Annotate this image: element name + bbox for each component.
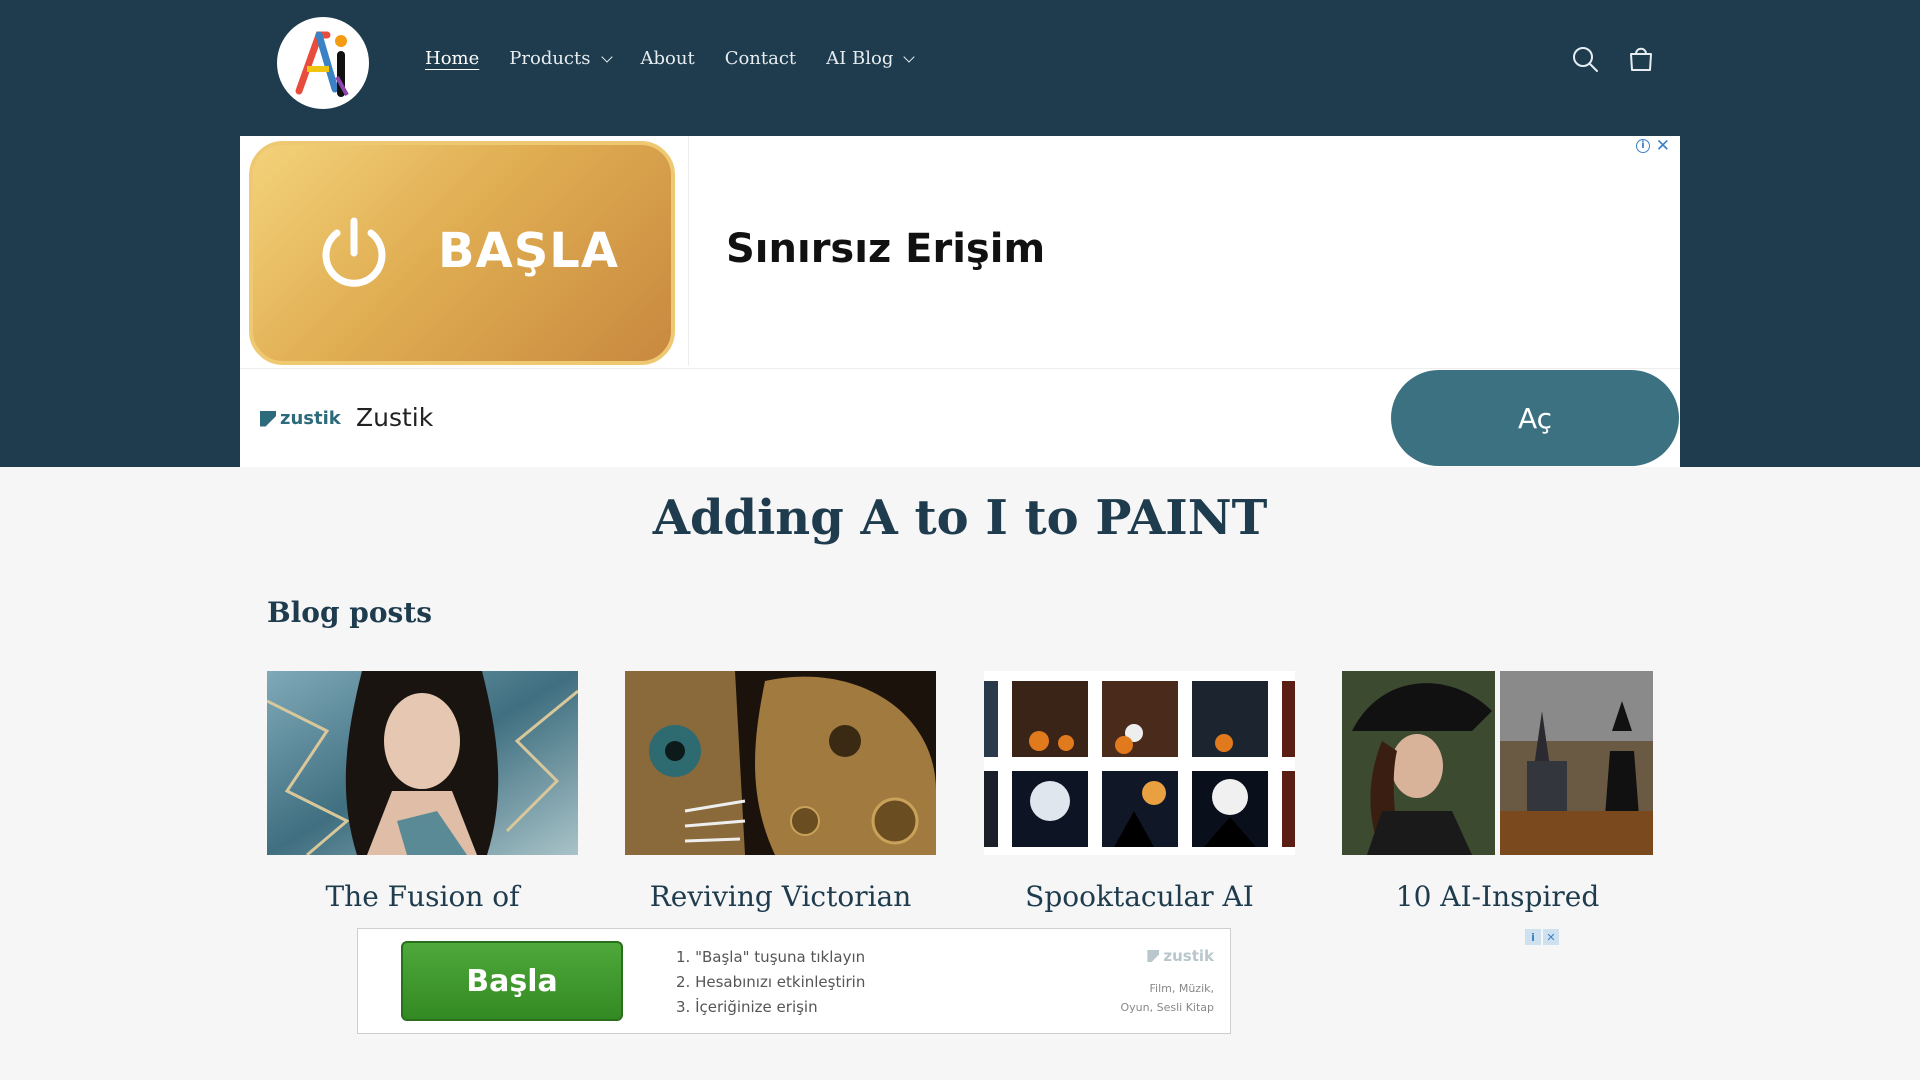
ad-controls: i ✕	[1525, 929, 1559, 945]
ad-close-icon[interactable]: ✕	[1656, 136, 1670, 156]
logo-icon	[295, 31, 349, 97]
blog-thumbnail[interactable]	[1342, 671, 1653, 855]
ad-divider	[688, 136, 689, 366]
portrait-image	[267, 671, 578, 855]
ad-step: 2. Hesabınızı etkinleştirin	[676, 973, 866, 991]
blog-card[interactable]: Spooktacular AI	[984, 671, 1295, 929]
blog-thumbnail[interactable]	[267, 671, 578, 855]
blog-card-title[interactable]: Spooktacular AI	[984, 877, 1295, 929]
headline-part: I	[985, 490, 1008, 546]
blog-card[interactable]: The Fusion of	[267, 671, 578, 929]
bottom-advertisement: Başla 1. "Başla" tuşuna tıklayın 2. Hesa…	[357, 928, 1231, 1034]
headline-part: NT	[1187, 490, 1268, 546]
ad-start-button[interactable]: BAŞLA	[249, 141, 675, 365]
blog-posts-heading: Blog posts	[267, 596, 433, 629]
headline-part: I	[1165, 490, 1188, 546]
nav-home-label: Home	[425, 48, 480, 69]
zustik-mark-icon	[260, 410, 276, 427]
ad-categories: Film, Müzik, Oyun, Sesli Kitap	[1121, 979, 1215, 1017]
ad-category-line: Film, Müzik,	[1149, 982, 1214, 995]
ad-basla-button[interactable]: Başla	[401, 941, 623, 1021]
blog-card[interactable]: Reviving Victorian	[625, 671, 936, 929]
page-headline: Adding A to I to PAINT	[0, 490, 1920, 546]
nav-ai-blog-label: AI Blog	[826, 48, 894, 69]
blog-card-title[interactable]: 10 AI-Inspired	[1342, 877, 1653, 929]
site-logo[interactable]	[277, 17, 369, 109]
search-icon[interactable]	[1570, 44, 1600, 74]
witches-image	[1342, 671, 1653, 855]
cart-icon[interactable]	[1626, 44, 1656, 74]
zustik-logo-text: zustik	[1163, 947, 1214, 965]
ad-step: 3. İçeriğinize erişin	[676, 998, 818, 1016]
ad-headline: Sınırsız Erişim	[726, 226, 1046, 272]
chevron-down-icon	[600, 50, 613, 63]
ad-brand-name: Zustik	[356, 403, 434, 432]
blog-card-title[interactable]: Reviving Victorian	[625, 877, 936, 929]
nav-contact-label: Contact	[724, 48, 797, 69]
nav-ai-blog[interactable]: AI Blog	[826, 48, 916, 69]
blog-thumbnail[interactable]	[625, 671, 936, 855]
zustik-logo-text: zustik	[280, 408, 341, 429]
nav-contact[interactable]: Contact	[725, 48, 796, 69]
headline-part: A	[860, 490, 898, 546]
headline-part: Adding	[652, 490, 861, 546]
zustik-mark-icon	[1147, 950, 1160, 962]
ad-steps: 1. "Başla" tuşuna tıklayın 2. Hesabınızı…	[676, 945, 865, 1020]
headline-part: to	[897, 490, 986, 546]
ad-start-label: BAŞLA	[438, 223, 620, 279]
ad-info-icon[interactable]: i	[1636, 139, 1650, 153]
halloween-grid-image	[984, 671, 1295, 855]
ad-close-icon[interactable]: ✕	[1543, 929, 1559, 945]
nav-about-label: About	[640, 48, 695, 69]
power-icon	[322, 217, 386, 287]
chevron-down-icon	[903, 50, 916, 63]
main-nav: Home Products About Contact AI Blog	[425, 48, 943, 69]
nav-products-label: Products	[509, 48, 591, 69]
zustik-logo: zustik	[260, 408, 341, 429]
nav-home[interactable]: Home	[425, 48, 479, 69]
ad-step: 1. "Başla" tuşuna tıklayın	[676, 948, 866, 966]
ad-category-line: Oyun, Sesli Kitap	[1120, 1001, 1215, 1014]
blog-card-title[interactable]: The Fusion of	[267, 877, 578, 929]
nav-about[interactable]: About	[641, 48, 695, 69]
blog-thumbnail[interactable]	[984, 671, 1295, 855]
ad-divider	[240, 368, 1680, 369]
blog-card[interactable]: 10 AI-Inspired	[1342, 671, 1653, 929]
ad-open-button[interactable]: Aç	[1391, 370, 1679, 466]
zustik-logo: zustik	[1147, 947, 1214, 965]
nav-products[interactable]: Products	[509, 48, 613, 69]
headline-part: to PA	[1007, 490, 1166, 546]
top-advertisement: BAŞLA Sınırsız Erişim zustik Zustik Aç i…	[240, 136, 1680, 467]
ad-info-icon[interactable]: i	[1525, 929, 1541, 945]
steampunk-tigers-image	[625, 671, 936, 855]
